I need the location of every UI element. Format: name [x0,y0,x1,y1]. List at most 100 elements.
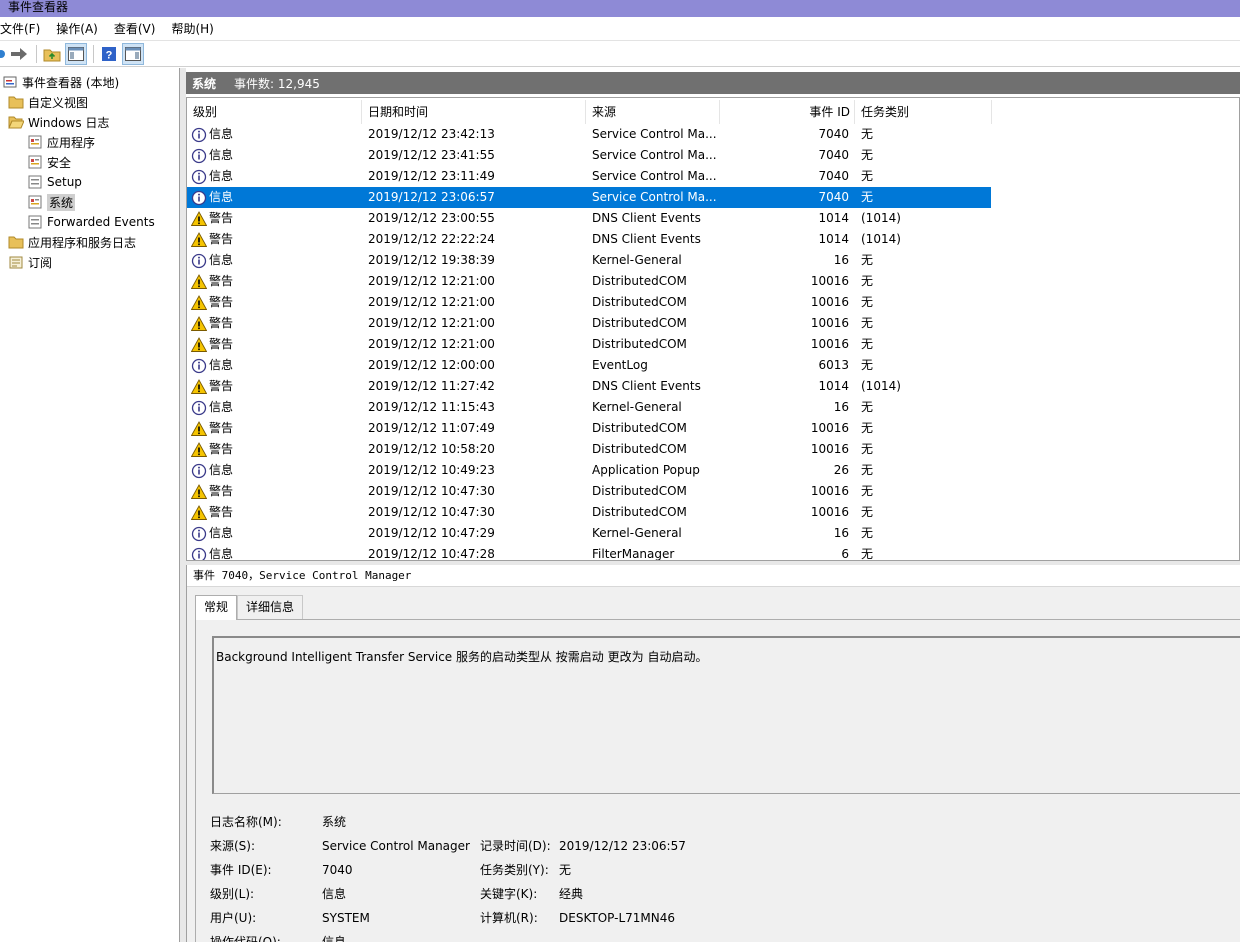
folder-up-icon[interactable] [41,43,63,65]
task-cell: 无 [861,295,874,309]
task-cell: 无 [861,547,874,561]
table-row[interactable]: 警告 2019/12/12 12:21:00 DistributedCOM 10016… [187,292,991,313]
prop-user[interactable]: SYSTEM [322,906,370,930]
table-row[interactable]: 信息 2019/12/12 10:49:23 Application Popup 26… [187,460,991,481]
task-cell: (1014) [861,211,901,225]
source-cell: Service Control Ma... [592,127,716,141]
source-cell: Service Control Ma... [592,169,716,183]
column-source[interactable]: 来源 [586,100,720,124]
table-row[interactable]: 警告 2019/12/12 23:00:55 DNS Client Events 10… [187,208,991,229]
table-row[interactable]: 警告 2019/12/12 12:21:00 DistributedCOM 10016… [187,334,991,355]
event-id-cell: 10016 [810,442,849,456]
task-cell: 无 [861,127,874,141]
datetime-cell: 2019/12/12 12:21:00 [368,295,495,309]
table-row[interactable]: 信息 2019/12/12 23:41:55 Service Control Ma.… [187,145,991,166]
prop-event-id[interactable]: 7040 [322,858,353,882]
info-icon [191,148,207,164]
prop-source[interactable]: Service Control Manager [322,834,470,858]
console-tree-icon[interactable] [65,42,87,65]
prop-computer-label: 计算机(R): [480,911,538,925]
column-datetime[interactable]: 日期和时间 [362,100,586,124]
tab-details[interactable]: 详细信息 [237,595,304,619]
table-row[interactable]: 信息 2019/12/12 23:11:49 Service Control Ma.… [187,166,991,187]
table-row[interactable]: 警告 2019/12/12 10:58:20 DistributedCOM 10016… [187,439,991,460]
column-task[interactable]: 任务类别 [855,100,992,124]
prop-logged[interactable]: 2019/12/12 23:06:57 [559,834,686,858]
prop-task-label: 任务类别(Y): [480,863,549,877]
tree-root[interactable]: 事件查看器 (本地) [0,72,179,92]
level-text: 信息 [209,526,234,540]
event-grid[interactable]: 级别 日期和时间 来源 事件 ID 任务类别 信息 2019/12/12 23:4… [186,97,1240,561]
menu-action[interactable]: 操作(A) [48,18,106,40]
prop-keywords-label: 关键字(K): [480,887,538,901]
tree-item-security[interactable]: 安全 [0,152,179,172]
warning-icon [191,210,208,227]
prop-computer[interactable]: DESKTOP-L71MN46 [559,906,675,930]
datetime-cell: 2019/12/12 11:07:49 [368,421,495,435]
tree-item-setup[interactable]: Setup [0,172,179,192]
menu-view[interactable]: 查看(V) [106,18,164,40]
table-row[interactable]: 信息 2019/12/12 10:47:29 Kernel-General 16 无 [187,523,991,544]
datetime-cell: 2019/12/12 19:38:39 [368,253,495,267]
prop-opcode[interactable]: 信息 [322,930,346,942]
event-id-cell: 10016 [810,505,849,519]
table-row[interactable]: 警告 2019/12/12 10:47:30 DistributedCOM 10016… [187,502,991,523]
tree-item-system[interactable]: 系统 [0,192,179,212]
prop-level[interactable]: 信息 [322,882,346,906]
table-row[interactable]: 警告 2019/12/12 11:07:49 DistributedCOM 10016… [187,418,991,439]
source-cell: DNS Client Events [592,211,701,225]
table-row[interactable]: 信息 2019/12/12 12:00:00 EventLog 6013 无 [187,355,991,376]
prop-keywords[interactable]: 经典 [559,882,583,906]
level-text: 警告 [209,484,234,498]
table-row[interactable]: 警告 2019/12/12 12:21:00 DistributedCOM 10016… [187,271,991,292]
table-row[interactable]: 警告 2019/12/12 22:22:24 DNS Client Events 10… [187,229,991,250]
prop-task[interactable]: 无 [559,858,571,882]
level-cell: 警告 [191,439,361,460]
table-row[interactable]: 信息 2019/12/12 11:15:43 Kernel-General 16 无 [187,397,991,418]
table-row[interactable]: 信息 2019/12/12 10:47:28 FilterManager 6 无 [187,544,991,561]
warning-icon [191,441,208,458]
menu-file[interactable]: 文件(F) [0,18,48,40]
task-cell: (1014) [861,232,901,246]
tree-app-service-logs[interactable]: 应用程序和服务日志 [0,232,179,252]
table-row[interactable]: 信息 2019/12/12 23:06:57 Service Control Ma.… [187,187,991,208]
event-message[interactable]: Background Intelligent Transfer Service … [212,636,1240,794]
table-row[interactable]: 警告 2019/12/12 11:27:42 DNS Client Events 10… [187,376,991,397]
table-row[interactable]: 信息 2019/12/12 23:42:13 Service Control Ma.… [187,124,991,145]
datetime-cell: 2019/12/12 12:00:00 [368,358,495,372]
column-level[interactable]: 级别 [187,100,362,124]
datetime-cell: 2019/12/12 10:47:30 [368,505,495,519]
prop-source-label: 来源(S): [210,839,256,853]
tree-item-application[interactable]: 应用程序 [0,132,179,152]
level-cell: 信息 [191,166,361,187]
info-icon [191,127,207,143]
info-icon [191,526,207,542]
detail-tabs: 常规 详细信息 [195,595,304,620]
tab-general[interactable]: 常规 [195,595,238,620]
tree-subscriptions[interactable]: 订阅 [0,252,179,272]
help-icon[interactable]: ? [98,43,120,65]
menu-help[interactable]: 帮助(H) [163,18,221,40]
level-text: 警告 [209,232,234,246]
level-cell: 警告 [191,229,361,250]
event-id-cell: 7040 [818,148,849,162]
table-row[interactable]: 警告 2019/12/12 12:21:00 DistributedCOM 10016… [187,313,991,334]
forward-arrow-icon[interactable] [8,43,30,65]
tree-item-forwarded-events[interactable]: Forwarded Events [0,212,179,232]
task-cell: 无 [861,337,874,351]
level-cell: 信息 [191,124,361,145]
prop-log-name[interactable]: 系统 [322,810,346,834]
prop-level-label: 级别(L): [210,887,255,901]
tree-windows-logs[interactable]: Windows 日志 [0,112,179,132]
source-cell: DNS Client Events [592,232,701,246]
level-text: 警告 [209,274,234,288]
datetime-cell: 2019/12/12 23:11:49 [368,169,495,183]
action-pane-icon[interactable] [122,42,144,65]
back-arrow-icon[interactable] [0,43,8,65]
task-cell: 无 [861,190,874,204]
table-row[interactable]: 信息 2019/12/12 19:38:39 Kernel-General 16 无 [187,250,991,271]
column-event-id[interactable]: 事件 ID [720,100,855,124]
warning-icon [191,336,208,353]
table-row[interactable]: 警告 2019/12/12 10:47:30 DistributedCOM 10016… [187,481,991,502]
tree-custom-views[interactable]: 自定义视图 [0,92,179,112]
